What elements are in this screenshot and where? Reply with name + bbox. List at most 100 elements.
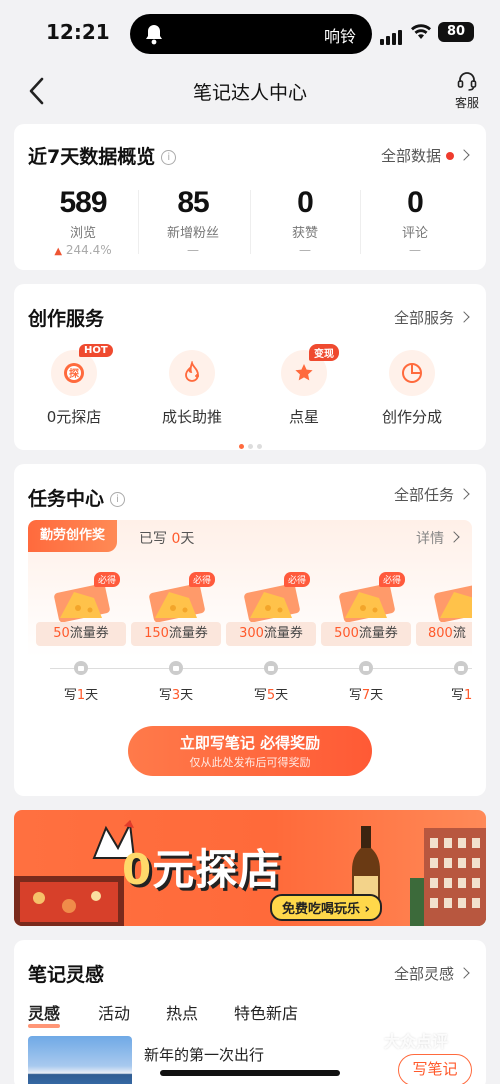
tab-new-shops[interactable]: 特色新店 [234, 1000, 298, 1024]
progress-track [50, 668, 472, 669]
task-center-card: 任务中心 i 全部任务 勤劳创作奖 已写 0天 详情 必得 50流量券 必得 15… [14, 464, 486, 796]
pie-chart-icon [389, 350, 435, 396]
must-get-badge: 必得 [284, 572, 311, 587]
watermark: 大众点评 [384, 1032, 449, 1051]
dynamic-island: 响铃 [130, 14, 372, 54]
page-title: 笔记达人中心 [192, 82, 307, 104]
status-bar: 12:21 响铃 80 [0, 0, 500, 66]
stat-likes[interactable]: 0 获赞 — [250, 186, 360, 257]
cta-sub-label: 仅从此处发布后可得奖励 [189, 756, 311, 769]
stat-label: 新增粉丝 [166, 226, 219, 241]
reward-item: 必得 50流量券 [36, 570, 126, 650]
write-note-cta-button[interactable]: 立即写笔记 必得奖励 仅从此处发布后可得奖励 [128, 726, 372, 776]
service-revenue-share[interactable]: 创作分成 [362, 350, 462, 427]
lock-icon [454, 661, 468, 675]
day-label: 写1天 [63, 688, 99, 703]
task-panel: 勤劳创作奖 已写 0天 详情 必得 50流量券 必得 150流量券 必得 300… [28, 520, 472, 716]
signal-icon [380, 26, 404, 45]
stat-value: 85 [177, 186, 209, 219]
day-label: 写5天 [253, 688, 289, 703]
inspiration-thumbnail[interactable] [28, 1036, 132, 1084]
task-tab-diligent[interactable]: 勤劳创作奖 [28, 520, 118, 552]
traffic-coupon-icon [434, 583, 472, 622]
services-title: 创作服务 [28, 308, 105, 330]
customer-service-button[interactable]: 客服 [452, 70, 482, 111]
ring-mode-label: 响铃 [323, 27, 356, 46]
wifi-icon [411, 24, 431, 39]
data-overview-card: 近7天数据概览 i 全部数据 589 浏览 ▲ 244.4% 85 新增粉丝 — … [14, 124, 486, 270]
banner-subtitle: 免费吃喝玩乐 › [270, 894, 382, 921]
must-get-badge: 必得 [94, 572, 121, 587]
chevron-right-icon [458, 488, 470, 500]
reward-item: 必得 150流量券 [131, 570, 221, 650]
task-detail-link[interactable]: 详情 [416, 528, 460, 548]
note-inspiration-card: 笔记灵感 全部灵感 灵感 活动 热点 特色新店 新年的第一次出行 写笔记 [14, 940, 486, 1084]
stat-delta: — [299, 243, 311, 257]
all-tasks-link[interactable]: 全部任务 [394, 484, 470, 505]
inspiration-item-title[interactable]: 新年的第一次出行 [144, 1044, 264, 1065]
chevron-right-icon [458, 967, 470, 979]
customer-service-label: 客服 [454, 96, 479, 110]
day-label: 写7天 [348, 688, 384, 703]
stat-comments[interactable]: 0 评论 — [360, 186, 470, 257]
battery-indicator: 80 [438, 22, 474, 42]
creation-services-card: 创作服务 全部服务 探 HOT 0元探店 成长助推 变现 点星 创作分成 [14, 284, 486, 450]
stat-views[interactable]: 589 浏览 ▲ 244.4% [28, 186, 138, 257]
must-get-badge: 必得 [189, 572, 216, 587]
building-illustration [410, 828, 486, 926]
reward-label: 150流量券 [131, 622, 221, 646]
star-icon: 变现 [281, 344, 339, 396]
info-icon[interactable]: i [110, 492, 126, 507]
lock-icon [74, 661, 88, 675]
info-icon[interactable]: i [161, 150, 177, 165]
lock-icon [264, 661, 278, 675]
page-indicator [14, 434, 486, 453]
stat-delta: — [187, 243, 199, 257]
reward-label: 300流量券 [226, 622, 316, 646]
nav-bar: 笔记达人中心 客服 [0, 66, 500, 118]
monetize-badge: 变现 [309, 344, 339, 361]
home-indicator [160, 1070, 340, 1076]
tab-inspiration[interactable]: 灵感 [28, 1000, 61, 1028]
write-note-button[interactable]: 写笔记 [398, 1054, 472, 1084]
banner-title: 0元探店 [122, 845, 282, 894]
reward-label: 50流量券 [36, 622, 126, 646]
hotpot-illustration [14, 876, 124, 926]
stat-delta: — [409, 243, 421, 257]
service-label: 点星 [288, 408, 319, 426]
service-explore-shop[interactable]: 探 HOT 0元探店 [24, 344, 124, 427]
stat-value: 0 [407, 186, 424, 219]
reward-item: 必得 500流量券 [321, 570, 411, 650]
overview-title: 近7天数据概览 i [28, 142, 177, 169]
tasks-title: 任务中心 i [28, 484, 126, 511]
stat-label: 获赞 [291, 226, 318, 241]
all-data-link[interactable]: 全部数据 [381, 145, 470, 166]
cta-main-label: 立即写笔记 必得奖励 [179, 734, 321, 752]
stat-label: 浏览 [69, 226, 96, 241]
reward-item: 800流 [416, 570, 472, 650]
stat-new-followers[interactable]: 85 新增粉丝 — [138, 186, 248, 257]
status-time: 12:21 [46, 20, 110, 44]
explore-shop-banner[interactable]: 0元探店 免费吃喝玩乐 › [14, 810, 486, 926]
service-star[interactable]: 变现 点星 [254, 344, 354, 427]
reward-label: 500流量券 [321, 622, 411, 646]
written-days: 已写 0天 [139, 531, 195, 547]
reward-label: 800流 [416, 622, 472, 646]
bell-icon [146, 25, 162, 45]
unread-dot [446, 152, 454, 160]
explore-shop-icon: 探 HOT [51, 344, 113, 396]
chevron-right-icon [448, 531, 460, 543]
service-growth-boost[interactable]: 成长助推 [142, 350, 242, 427]
headset-icon [457, 72, 477, 91]
tab-activity[interactable]: 活动 [98, 1000, 130, 1024]
all-services-link[interactable]: 全部服务 [394, 307, 470, 328]
flame-boost-icon [169, 350, 215, 396]
day-label: 写1 [451, 688, 472, 703]
stat-value: 0 [297, 186, 314, 219]
must-get-badge: 必得 [379, 572, 406, 587]
tab-hot[interactable]: 热点 [166, 1000, 198, 1024]
stat-delta: ▲ 244.4% [54, 243, 112, 257]
all-inspiration-link[interactable]: 全部灵感 [394, 963, 470, 984]
stat-label: 评论 [401, 226, 428, 241]
chevron-right-icon [458, 149, 470, 161]
